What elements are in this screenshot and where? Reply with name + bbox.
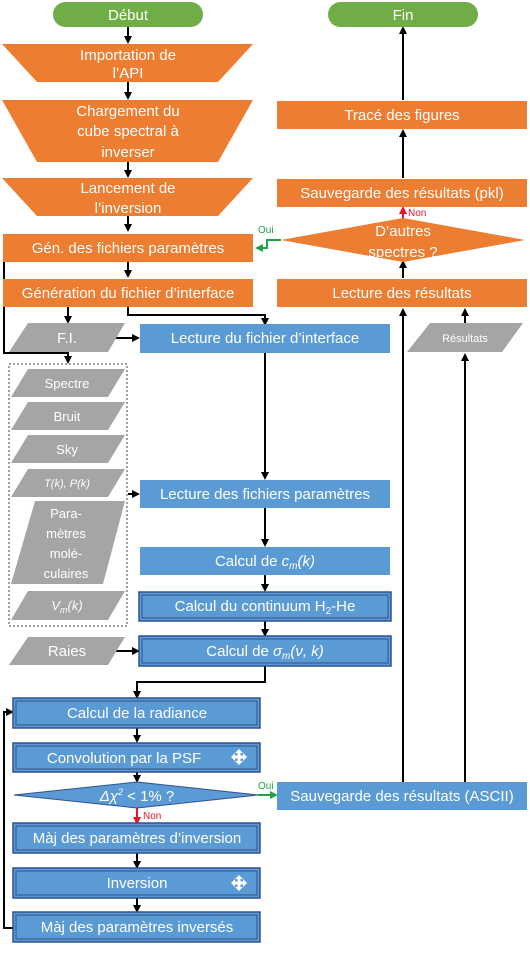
launch-inversion-line2: l’inversion <box>95 200 162 217</box>
edge-morespectra-yes <box>255 239 281 252</box>
label-no-decision: Non <box>143 811 161 822</box>
sky-data-node: Sky <box>11 435 125 463</box>
convolution-psf-node: Convolution par la PSF <box>12 742 261 773</box>
edge-sigma-radiance <box>133 666 266 699</box>
tk-pk-data-node: T(k), P(k) <box>11 469 125 497</box>
start-label: Début <box>108 7 149 24</box>
read-param-files-label: Lecture des fichiers paramètres <box>160 486 370 503</box>
calc-cm-node: Calcul de cm(k) <box>140 547 390 575</box>
mol-params-line1: Para- <box>50 506 82 521</box>
label-no-morespectra: Non <box>408 208 426 219</box>
inversion-label: Inversion <box>107 875 168 892</box>
launch-inversion-node: Lancement de l’inversion <box>2 178 253 217</box>
label-yes-morespectra: Oui <box>258 225 274 236</box>
raies-label: Raies <box>48 643 86 660</box>
calc-cm-label: Calcul de cm(k) <box>215 553 315 572</box>
import-api-node: Importation de l’API <box>2 44 253 82</box>
load-cube-line1: Chargement du <box>76 103 179 120</box>
chi2-decision-node: Δχ2 < 1% ? <box>13 781 259 809</box>
resultats-label: Résultats <box>442 333 488 345</box>
edge-geninterface-readinterface <box>127 307 269 326</box>
sky-label: Sky <box>56 442 78 457</box>
update-inv-params-label: Màj des paramètres d’inversion <box>33 830 241 847</box>
vm-k-data-node: Vm(k) <box>11 591 125 620</box>
read-param-files-node: Lecture des fichiers paramètres <box>140 480 390 508</box>
start-terminal: Début <box>53 2 203 27</box>
bruit-label: Bruit <box>54 409 81 424</box>
more-spectra-decision-node: D’autres spectres ? <box>281 218 525 262</box>
more-spectra-line2: spectres ? <box>368 244 437 261</box>
spectre-label: Spectre <box>45 376 90 391</box>
label-yes-decision: Oui <box>258 781 274 792</box>
fi-data-node: F.I. <box>9 323 125 352</box>
calc-sigma-label: Calcul de σm(ν, k) <box>206 643 323 662</box>
read-interface-file-label: Lecture du fichier d’interface <box>171 330 359 347</box>
calc-continuum-node: Calcul du continuum H2-He <box>138 591 392 622</box>
plot-figures-node: Tracé des figures <box>277 101 527 129</box>
save-pkl-node: Sauvegarde des résultats (pkl) <box>277 179 527 207</box>
load-cube-line3: inverser <box>101 144 154 161</box>
plot-figures-label: Tracé des figures <box>344 107 459 124</box>
calc-sigma-node: Calcul de σm(ν, k) <box>138 635 392 667</box>
spectre-data-node: Spectre <box>11 369 125 397</box>
mol-params-line2: mètres <box>46 526 86 541</box>
convolution-psf-label: Convolution par la PSF <box>47 750 201 767</box>
chi2-decision-label: Δχ2 < 1% ? <box>99 787 175 805</box>
raies-data-node: Raies <box>9 637 125 665</box>
load-cube-node: Chargement du cube spectral à inverser <box>2 100 253 162</box>
calc-radiance-node: Calcul de la radiance <box>12 697 261 729</box>
fi-data-label: F.I. <box>57 330 77 347</box>
tk-pk-label: T(k), P(k) <box>44 478 90 490</box>
update-inverted-params-node: Màj des paramètres inversés <box>12 911 261 943</box>
inversion-node: Inversion <box>12 867 261 899</box>
import-api-line1: Importation de <box>80 47 176 64</box>
load-cube-line2: cube spectral à <box>77 123 179 140</box>
end-label: Fin <box>393 7 414 24</box>
gen-param-files-label: Gén. des fichiers paramètres <box>32 240 225 257</box>
resultats-data-node: Résultats <box>407 323 523 352</box>
vm-k-label: Vm(k) <box>51 598 82 615</box>
save-ascii-label: Sauvegarde des résultats (ASCII) <box>290 788 513 805</box>
more-spectra-line1: D’autres <box>375 223 431 240</box>
flowchart: Oui Non Oui Non Début Fin Importation de… <box>2 2 527 943</box>
gen-param-files-node: Gén. des fichiers paramètres <box>3 234 253 262</box>
end-terminal: Fin <box>328 2 478 27</box>
update-inverted-params-label: Màj des paramètres inversés <box>41 919 234 936</box>
update-inv-params-node: Màj des paramètres d’inversion <box>12 822 261 854</box>
mol-params-line4: culaires <box>44 566 89 581</box>
read-interface-file-node: Lecture du fichier d’interface <box>140 324 390 353</box>
gen-interface-file-node: Génération du fichier d’interface <box>3 279 253 307</box>
mol-params-data-node: Para- mètres molé- culaires <box>11 501 125 584</box>
read-results-label: Lecture des résultats <box>332 285 471 302</box>
save-pkl-label: Sauvegarde des résultats (pkl) <box>300 185 503 202</box>
bruit-data-node: Bruit <box>11 402 125 430</box>
gen-interface-file-label: Génération du fichier d’interface <box>22 285 235 302</box>
import-api-line2: l’API <box>113 65 144 82</box>
launch-inversion-line1: Lancement de <box>80 180 175 197</box>
save-ascii-node: Sauvegarde des résultats (ASCII) <box>277 782 527 810</box>
read-results-node: Lecture des résultats <box>277 279 527 307</box>
calc-radiance-label: Calcul de la radiance <box>67 705 207 722</box>
mol-params-line3: molé- <box>50 546 83 561</box>
